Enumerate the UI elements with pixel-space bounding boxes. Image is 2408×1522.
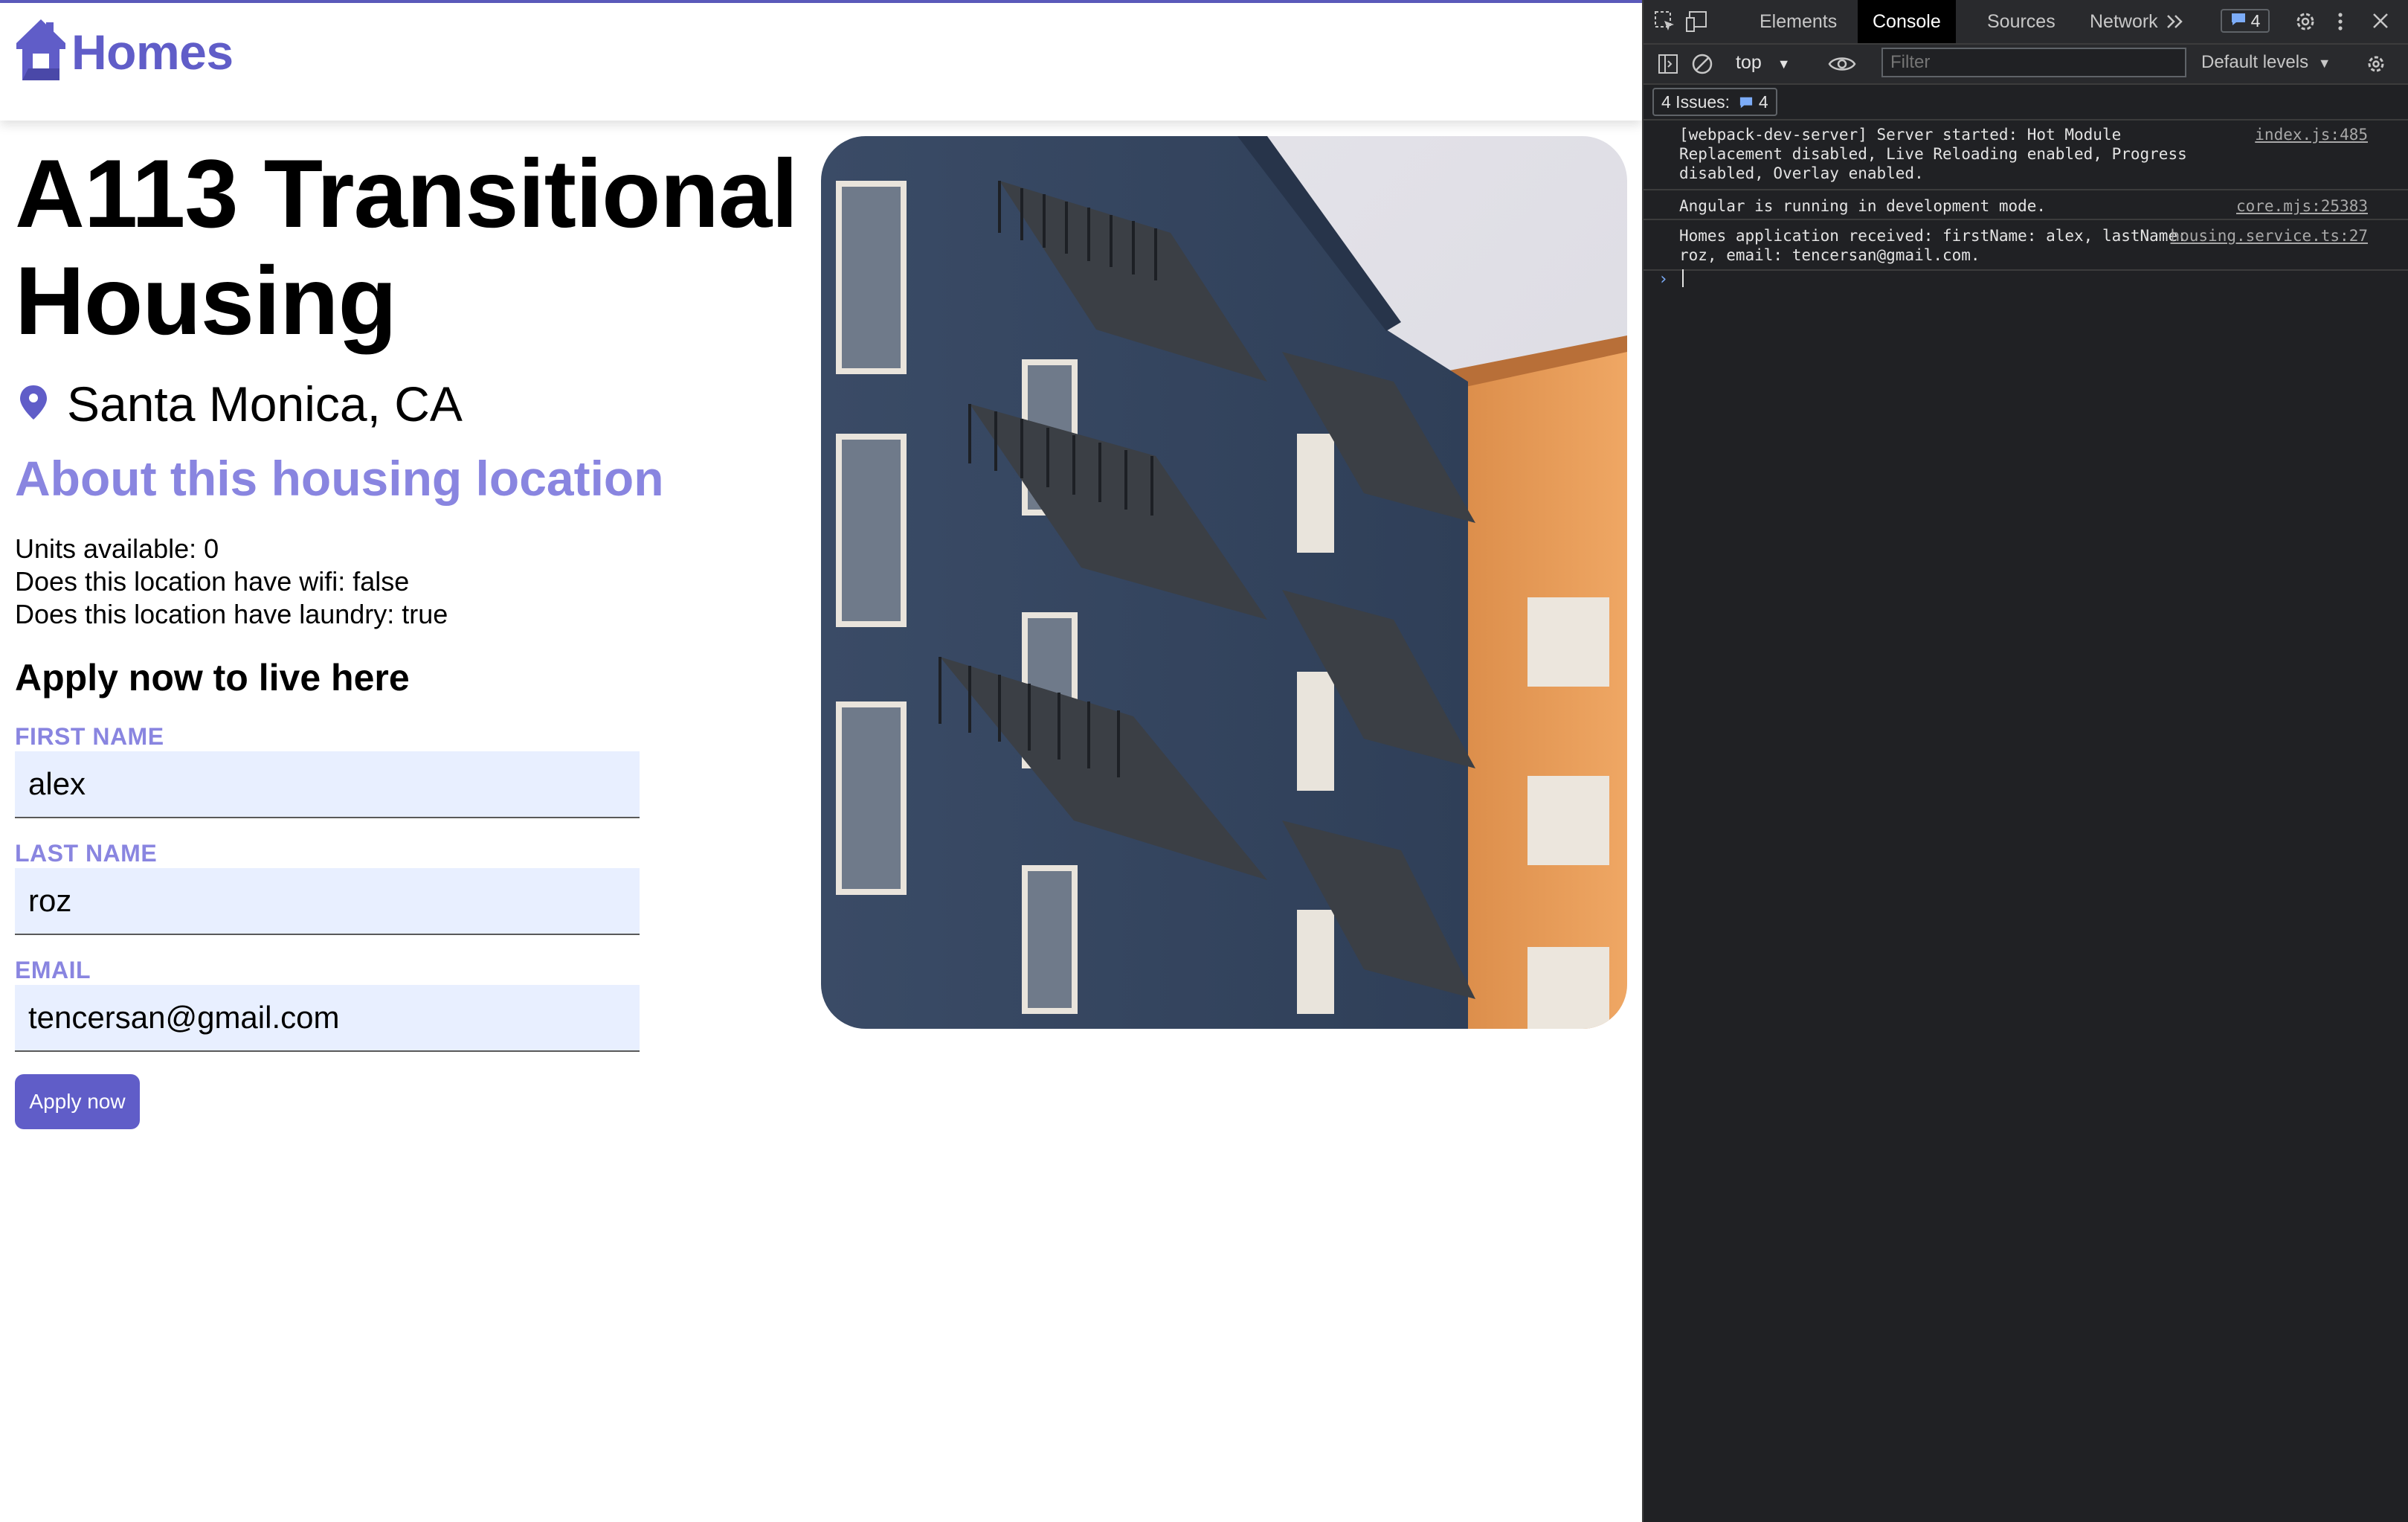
close-devtools-icon[interactable] xyxy=(2371,11,2390,34)
console-message-source[interactable]: core.mjs:25383 xyxy=(2236,196,2368,216)
eye-icon[interactable] xyxy=(1828,54,1856,78)
chevron-down-icon: ▼ xyxy=(1777,57,1791,71)
issues-bar: 4 Issues: 4 xyxy=(1644,85,2408,121)
prompt-chevron-icon: › xyxy=(1658,270,1669,289)
console-toolbar: top ▼ Default levels ▼ xyxy=(1644,45,2408,85)
last-name-label: LAST NAME xyxy=(15,840,158,867)
log-levels-dropdown[interactable]: Default levels ▼ xyxy=(2201,52,2331,73)
log-levels-label: Default levels xyxy=(2201,52,2309,72)
first-name-label: FIRST NAME xyxy=(15,723,164,750)
listing-title: A113 Transitional Housing xyxy=(15,139,798,355)
app-header: Homes xyxy=(0,3,1642,121)
console-message-text: [webpack-dev-server] Server started: Hot… xyxy=(1679,126,2197,182)
app-page: Homes A113 Transitional Housing Santa Mo… xyxy=(0,0,1642,1522)
apply-heading: Apply now to live here xyxy=(15,657,410,699)
console-message: [webpack-dev-server] Server started: Hot… xyxy=(1644,121,2408,190)
context-selector[interactable]: top ▼ xyxy=(1736,52,1791,74)
text-cursor xyxy=(1681,269,1684,287)
console-prompt[interactable]: › xyxy=(1658,269,2372,292)
console-message-text: Angular is running in development mode. xyxy=(1679,197,2047,215)
features-list: Units available: 0 Does this location ha… xyxy=(15,533,448,631)
last-name-input[interactable] xyxy=(15,868,640,935)
message-icon xyxy=(1734,92,1754,112)
first-name-input[interactable] xyxy=(15,751,640,818)
tab-sources[interactable]: Sources xyxy=(1972,0,2070,43)
more-options-icon[interactable] xyxy=(2335,10,2346,37)
email-label: EMAIL xyxy=(15,957,91,983)
inspect-element-icon[interactable] xyxy=(1654,10,1676,36)
console-message-text: Homes application received: firstName: a… xyxy=(1679,227,2197,264)
tab-console[interactable]: Console xyxy=(1858,0,1956,43)
issues-label: 4 Issues: xyxy=(1661,92,1731,112)
issues-badge-count: 4 xyxy=(2250,10,2261,30)
console-message: Angular is running in development mode. … xyxy=(1644,192,2408,220)
console-settings-gear-icon[interactable] xyxy=(2365,53,2387,79)
settings-gear-icon[interactable] xyxy=(2293,10,2317,37)
console-filter-input[interactable] xyxy=(1881,48,2186,77)
issues-link[interactable]: 4 Issues: 4 xyxy=(1652,88,1777,116)
apartment-building-photo xyxy=(821,136,1627,1029)
console-message-source[interactable]: housing.service.ts:27 xyxy=(2170,226,2368,245)
email-input[interactable] xyxy=(15,985,640,1052)
brand-name: Homes xyxy=(71,24,234,80)
issues-badge-button[interactable]: 4 xyxy=(2221,9,2270,33)
devtools-panel: Elements Console Sources Network 4 top ▼… xyxy=(1642,0,2408,1522)
listing-location: Santa Monica, CA xyxy=(18,376,463,432)
clear-console-icon[interactable] xyxy=(1691,53,1713,79)
tab-elements[interactable]: Elements xyxy=(1745,0,1852,43)
devtools-tabbar: Elements Console Sources Network 4 xyxy=(1644,0,2408,45)
chevron-down-icon: ▼ xyxy=(2317,56,2331,71)
more-tabs-icon[interactable] xyxy=(2164,10,2186,36)
apply-now-button[interactable]: Apply now xyxy=(15,1074,140,1129)
about-heading: About this housing location xyxy=(15,451,664,506)
house-icon xyxy=(13,16,68,87)
sidebar-toggle-icon[interactable] xyxy=(1657,53,1679,79)
tab-network[interactable]: Network xyxy=(2075,0,2173,43)
location-text: Santa Monica, CA xyxy=(67,376,463,431)
device-toolbar-icon[interactable] xyxy=(1685,10,1709,36)
map-pin-icon xyxy=(18,384,49,425)
feature-units: Units available: 0 xyxy=(15,533,219,564)
console-message: Homes application received: firstName: a… xyxy=(1644,222,2408,271)
issues-count: 4 xyxy=(1758,92,1768,112)
context-selector-label: top xyxy=(1736,52,1762,73)
feature-wifi: Does this location have wifi: false xyxy=(15,566,410,597)
feature-laundry: Does this location have laundry: true xyxy=(15,599,448,629)
brand-logo-link[interactable]: Homes xyxy=(13,16,234,87)
console-message-source[interactable]: index.js:485 xyxy=(2255,125,2368,144)
message-icon xyxy=(2230,12,2247,30)
